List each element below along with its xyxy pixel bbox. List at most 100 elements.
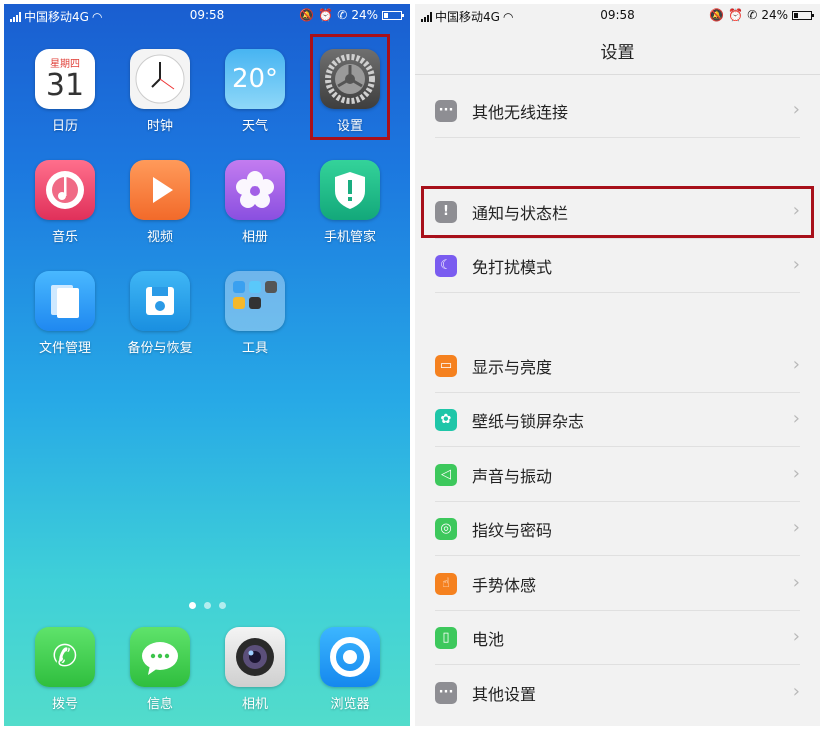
more-icon: ··· bbox=[435, 100, 457, 122]
divider bbox=[435, 555, 800, 556]
page-dot bbox=[218, 602, 226, 609]
app-video[interactable]: 视频 bbox=[112, 160, 208, 245]
dock-browser[interactable]: 浏览器 bbox=[302, 627, 398, 712]
chevron-right-icon: › bbox=[792, 517, 800, 538]
chevron-right-icon: › bbox=[792, 463, 800, 484]
highlight-box-settings-app bbox=[310, 34, 390, 140]
settings-item-label: 其他无线连接 bbox=[472, 103, 569, 122]
app-backup[interactable]: 备份与恢复 bbox=[112, 271, 208, 356]
settings-item-sound[interactable]: ◁ 声音与振动 › bbox=[415, 448, 820, 502]
divider bbox=[435, 664, 800, 665]
chevron-right-icon: › bbox=[792, 99, 800, 120]
app-label: 工具 bbox=[241, 341, 268, 356]
music-icon bbox=[35, 160, 95, 220]
settings-screen: 中国移动4G ◠ 09:58 🔕 ⏰ ✆ 24% 设置 ··· 其他无线连接 ›… bbox=[415, 4, 820, 726]
settings-item-label: 声音与振动 bbox=[472, 467, 553, 486]
clock-icon bbox=[130, 49, 190, 109]
calendar-icon: 星期四 31 bbox=[35, 49, 95, 109]
app-label: 信息 bbox=[146, 697, 173, 712]
settings-item-label: 壁纸与锁屏杂志 bbox=[472, 412, 585, 431]
mute-bell-icon: 🔕 bbox=[299, 8, 315, 22]
settings-item-label: 其他设置 bbox=[472, 685, 537, 704]
settings-item-label: 电池 bbox=[472, 630, 505, 649]
display-icon: ▭ bbox=[435, 355, 457, 377]
app-label: 相册 bbox=[241, 230, 268, 245]
app-file-manager[interactable]: 文件管理 bbox=[17, 271, 113, 356]
battery-percent: 24% bbox=[351, 8, 378, 22]
settings-item-other-wireless[interactable]: ··· 其他无线连接 › bbox=[415, 84, 820, 138]
page-dot bbox=[188, 602, 196, 609]
battery-percent: 24% bbox=[761, 8, 788, 22]
settings-item-label: 显示与亮度 bbox=[472, 358, 553, 377]
divider bbox=[435, 137, 800, 138]
app-label: 音乐 bbox=[51, 230, 78, 245]
settings-item-other-settings[interactable]: ··· 其他设置 › bbox=[415, 666, 820, 720]
page-title: 设置 bbox=[600, 43, 635, 63]
app-label: 天气 bbox=[241, 119, 268, 134]
app-calendar[interactable]: 星期四 31 日历 bbox=[17, 49, 113, 134]
calendar-day: 31 bbox=[45, 68, 85, 103]
weather-icon: 20° bbox=[225, 49, 285, 109]
app-label: 手机管家 bbox=[323, 230, 376, 245]
app-weather[interactable]: 20° 天气 bbox=[207, 49, 303, 134]
folder-grid-icon bbox=[225, 271, 285, 331]
dock-messages[interactable]: 信息 bbox=[112, 627, 208, 712]
app-label: 备份与恢复 bbox=[127, 341, 193, 356]
shield-icon bbox=[320, 160, 380, 220]
battery-icon: ▯ bbox=[435, 627, 457, 649]
app-label: 浏览器 bbox=[330, 697, 370, 712]
chevron-right-icon: › bbox=[792, 572, 800, 593]
hd-call-icon: ✆ bbox=[747, 8, 758, 22]
status-bar: 中国移动4G ◠ 09:58 🔕 ⏰ ✆ 24% bbox=[415, 4, 820, 28]
status-bar: 中国移动4G ◠ 09:58 🔕 ⏰ ✆ 24% bbox=[4, 4, 410, 28]
alarm-icon: ⏰ bbox=[318, 8, 334, 22]
settings-item-display[interactable]: ▭ 显示与亮度 › bbox=[415, 339, 820, 393]
app-label: 相机 bbox=[241, 697, 268, 712]
settings-item-label: 免打扰模式 bbox=[472, 258, 553, 277]
flower-icon: ✿ bbox=[435, 409, 457, 431]
app-tools[interactable]: 工具 bbox=[207, 271, 303, 356]
settings-item-wallpaper[interactable]: ✿ 壁纸与锁屏杂志 › bbox=[415, 393, 820, 447]
battery-icon bbox=[792, 10, 814, 20]
app-label: 日历 bbox=[51, 119, 78, 134]
app-photos[interactable]: 相册 bbox=[207, 160, 303, 245]
settings-item-battery[interactable]: ▯ 电池 › bbox=[415, 611, 820, 665]
app-label: 文件管理 bbox=[38, 341, 91, 356]
mute-bell-icon: 🔕 bbox=[709, 8, 725, 22]
play-icon bbox=[130, 160, 190, 220]
chevron-right-icon: › bbox=[792, 626, 800, 647]
settings-item-gestures[interactable]: ☝ 手势体感 › bbox=[415, 557, 820, 611]
weather-temp: 20° bbox=[231, 64, 279, 94]
chevron-right-icon: › bbox=[792, 681, 800, 702]
battery-icon bbox=[382, 10, 404, 20]
settings-item-label: 手势体感 bbox=[472, 576, 537, 595]
app-label: 时钟 bbox=[146, 119, 173, 134]
chevron-right-icon: › bbox=[792, 254, 800, 275]
folder-icon bbox=[35, 271, 95, 331]
speaker-icon: ◁ bbox=[435, 464, 457, 486]
app-music[interactable]: 音乐 bbox=[17, 160, 113, 245]
hand-icon: ☝ bbox=[435, 573, 457, 595]
dock-camera[interactable]: 相机 bbox=[207, 627, 303, 712]
camera-lens-icon bbox=[225, 627, 285, 687]
settings-item-fingerprint[interactable]: ◎ 指纹与密码 › bbox=[415, 502, 820, 556]
app-clock[interactable]: 时钟 bbox=[112, 49, 208, 134]
divider bbox=[435, 446, 800, 447]
settings-item-do-not-disturb[interactable]: ☾ 免打扰模式 › bbox=[415, 239, 820, 293]
page-indicator bbox=[4, 594, 410, 613]
more-icon: ··· bbox=[435, 682, 457, 704]
fingerprint-icon: ◎ bbox=[435, 518, 457, 540]
settings-item-label: 指纹与密码 bbox=[472, 521, 553, 540]
chevron-right-icon: › bbox=[792, 408, 800, 429]
hd-call-icon: ✆ bbox=[337, 8, 348, 22]
divider bbox=[435, 292, 800, 293]
phone-icon: ✆ bbox=[35, 627, 95, 687]
app-label: 拨号 bbox=[51, 697, 78, 712]
flower-icon bbox=[225, 160, 285, 220]
dock-dialer[interactable]: ✆ 拨号 bbox=[17, 627, 113, 712]
app-label: 视频 bbox=[146, 230, 173, 245]
alarm-icon: ⏰ bbox=[728, 8, 744, 22]
divider bbox=[415, 74, 820, 75]
app-phone-manager[interactable]: 手机管家 bbox=[302, 160, 398, 245]
browser-icon bbox=[320, 627, 380, 687]
